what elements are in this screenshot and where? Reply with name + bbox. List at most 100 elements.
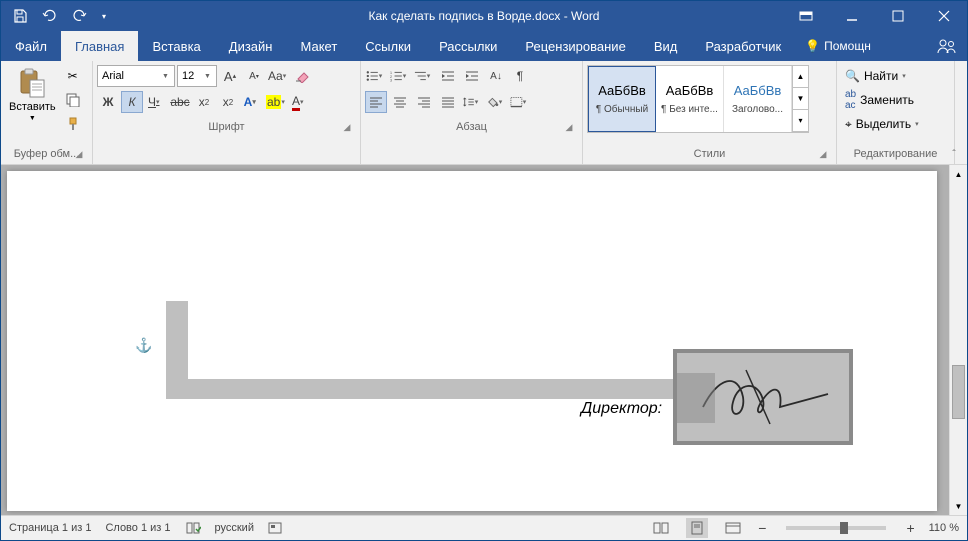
spellcheck-status[interactable]	[185, 521, 201, 535]
replace-button[interactable]: abac Заменить	[841, 89, 927, 111]
titlebar: ▾ Как сделать подпись в Ворде.docx - Wor…	[1, 1, 967, 31]
macro-status[interactable]	[268, 522, 282, 534]
highlight-button[interactable]: ab▾	[265, 91, 287, 113]
tab-insert[interactable]: Вставка	[138, 31, 214, 61]
zoom-level[interactable]: 110 %	[929, 522, 959, 534]
cut-button[interactable]: ✂	[62, 65, 84, 87]
font-launcher[interactable]: ◢	[340, 120, 354, 134]
paragraph-launcher[interactable]: ◢	[562, 120, 576, 134]
qat-customize-button[interactable]: ▾	[97, 3, 111, 29]
font-name-combo[interactable]: Arial▼	[97, 65, 175, 87]
tab-review[interactable]: Рецензирование	[511, 31, 639, 61]
save-button[interactable]	[7, 3, 33, 29]
group-clipboard: Вставить ▼ ✂ Буфер обм...◢	[1, 61, 93, 164]
page-status[interactable]: Страница 1 из 1	[9, 522, 91, 534]
word-count-status[interactable]: Слово 1 из 1	[105, 522, 170, 534]
text-effects-button[interactable]: A▾	[241, 91, 263, 113]
group-font: Arial▼ 12▼ A▴ A▾ Aa▾ Ж К Ч▾ abc x2 x2 A▾…	[93, 61, 361, 164]
vertical-scrollbar[interactable]: ▲ ▼	[949, 165, 967, 515]
tab-file[interactable]: Файл	[1, 31, 61, 61]
ribbon-tabs: Файл Главная Вставка Дизайн Макет Ссылки…	[1, 31, 967, 61]
strikethrough-button[interactable]: abc	[169, 91, 191, 113]
book-icon	[185, 521, 201, 535]
web-layout-button[interactable]	[722, 518, 744, 538]
font-color-button[interactable]: A▾	[289, 91, 311, 113]
signature-label: Директор:	[581, 400, 662, 418]
selection-shape	[166, 379, 694, 399]
tab-developer[interactable]: Разработчик	[691, 31, 795, 61]
group-styles: АаБбВв ¶ Обычный АаБбВв ¶ Без инте... Аа…	[583, 61, 837, 164]
tab-design[interactable]: Дизайн	[215, 31, 287, 61]
multilevel-list-button[interactable]: ▾	[413, 65, 435, 87]
ribbon-options-button[interactable]	[783, 1, 829, 31]
collapse-ribbon-button[interactable]: ˆ	[945, 146, 963, 162]
tab-mailings[interactable]: Рассылки	[425, 31, 511, 61]
window-controls	[783, 1, 967, 31]
scroll-up-button[interactable]: ▲	[950, 165, 967, 183]
underline-button[interactable]: Ч▾	[145, 91, 167, 113]
zoom-slider[interactable]	[786, 526, 886, 530]
align-left-button[interactable]	[365, 91, 387, 113]
font-size-combo[interactable]: 12▼	[177, 65, 217, 87]
sort-button[interactable]: A↓	[485, 65, 507, 87]
replace-icon: abac	[845, 89, 856, 111]
paste-button[interactable]: Вставить ▼	[5, 65, 60, 124]
scroll-down-button[interactable]: ▼	[950, 497, 967, 515]
zoom-in-button[interactable]: +	[906, 520, 914, 536]
align-right-button[interactable]	[413, 91, 435, 113]
shading-button[interactable]: ▾	[485, 91, 507, 113]
grow-font-button[interactable]: A▴	[219, 65, 241, 87]
clipboard-launcher[interactable]: ◢	[72, 147, 86, 161]
align-center-button[interactable]	[389, 91, 411, 113]
style-normal[interactable]: АаБбВв ¶ Обычный	[588, 66, 656, 132]
tab-references[interactable]: Ссылки	[351, 31, 425, 61]
numbering-button[interactable]: 123▾	[389, 65, 411, 87]
styles-launcher[interactable]: ◢	[816, 147, 830, 161]
copy-button[interactable]	[62, 89, 84, 111]
tab-view[interactable]: Вид	[640, 31, 692, 61]
scroll-thumb[interactable]	[952, 365, 965, 419]
group-paragraph: ▾ 123▾ ▾ A↓ ¶ ▾ ▾ ▾ Абзац◢	[361, 61, 583, 164]
tell-me-button[interactable]: 💡 Помощн	[795, 31, 881, 61]
format-painter-button[interactable]	[62, 113, 84, 135]
close-button[interactable]	[921, 1, 967, 31]
subscript-button[interactable]: x2	[193, 91, 215, 113]
styles-scroll-down[interactable]: ▼	[793, 88, 808, 110]
language-status[interactable]: русский	[215, 522, 254, 534]
zoom-slider-thumb[interactable]	[840, 522, 848, 534]
style-heading1[interactable]: АаБбВв Заголово...	[724, 66, 792, 132]
increase-indent-button[interactable]	[461, 65, 483, 87]
clear-formatting-button[interactable]	[291, 65, 313, 87]
superscript-button[interactable]: x2	[217, 91, 239, 113]
select-button[interactable]: ⌖ Выделить ▾	[841, 113, 927, 135]
selection-shape	[166, 301, 188, 379]
styles-scroll-up[interactable]: ▲	[793, 66, 808, 88]
document-page[interactable]: ⚓ Директор:	[7, 171, 937, 511]
show-marks-button[interactable]: ¶	[509, 65, 531, 87]
print-layout-button[interactable]	[686, 518, 708, 538]
signature-image-box[interactable]	[673, 349, 853, 445]
find-button[interactable]: 🔍 Найти ▾	[841, 65, 927, 87]
borders-button[interactable]: ▾	[509, 91, 531, 113]
account-button[interactable]	[927, 31, 967, 61]
redo-button[interactable]	[67, 3, 93, 29]
styles-expand[interactable]: ▾	[793, 110, 808, 132]
tab-layout[interactable]: Макет	[286, 31, 351, 61]
undo-button[interactable]	[37, 3, 63, 29]
read-mode-button[interactable]	[650, 518, 672, 538]
bold-button[interactable]: Ж	[97, 91, 119, 113]
decrease-indent-button[interactable]	[437, 65, 459, 87]
line-spacing-button[interactable]: ▾	[461, 91, 483, 113]
italic-button[interactable]: К	[121, 91, 143, 113]
minimize-button[interactable]	[829, 1, 875, 31]
svg-text:3: 3	[390, 78, 392, 82]
styles-gallery: АаБбВв ¶ Обычный АаБбВв ¶ Без инте... Аа…	[587, 65, 809, 133]
zoom-out-button[interactable]: −	[758, 520, 766, 536]
bullets-button[interactable]: ▾	[365, 65, 387, 87]
style-nospacing[interactable]: АаБбВв ¶ Без инте...	[656, 66, 724, 132]
change-case-button[interactable]: Aa▾	[267, 65, 289, 87]
shrink-font-button[interactable]: A▾	[243, 65, 265, 87]
maximize-button[interactable]	[875, 1, 921, 31]
tab-home[interactable]: Главная	[61, 31, 138, 61]
justify-button[interactable]	[437, 91, 459, 113]
